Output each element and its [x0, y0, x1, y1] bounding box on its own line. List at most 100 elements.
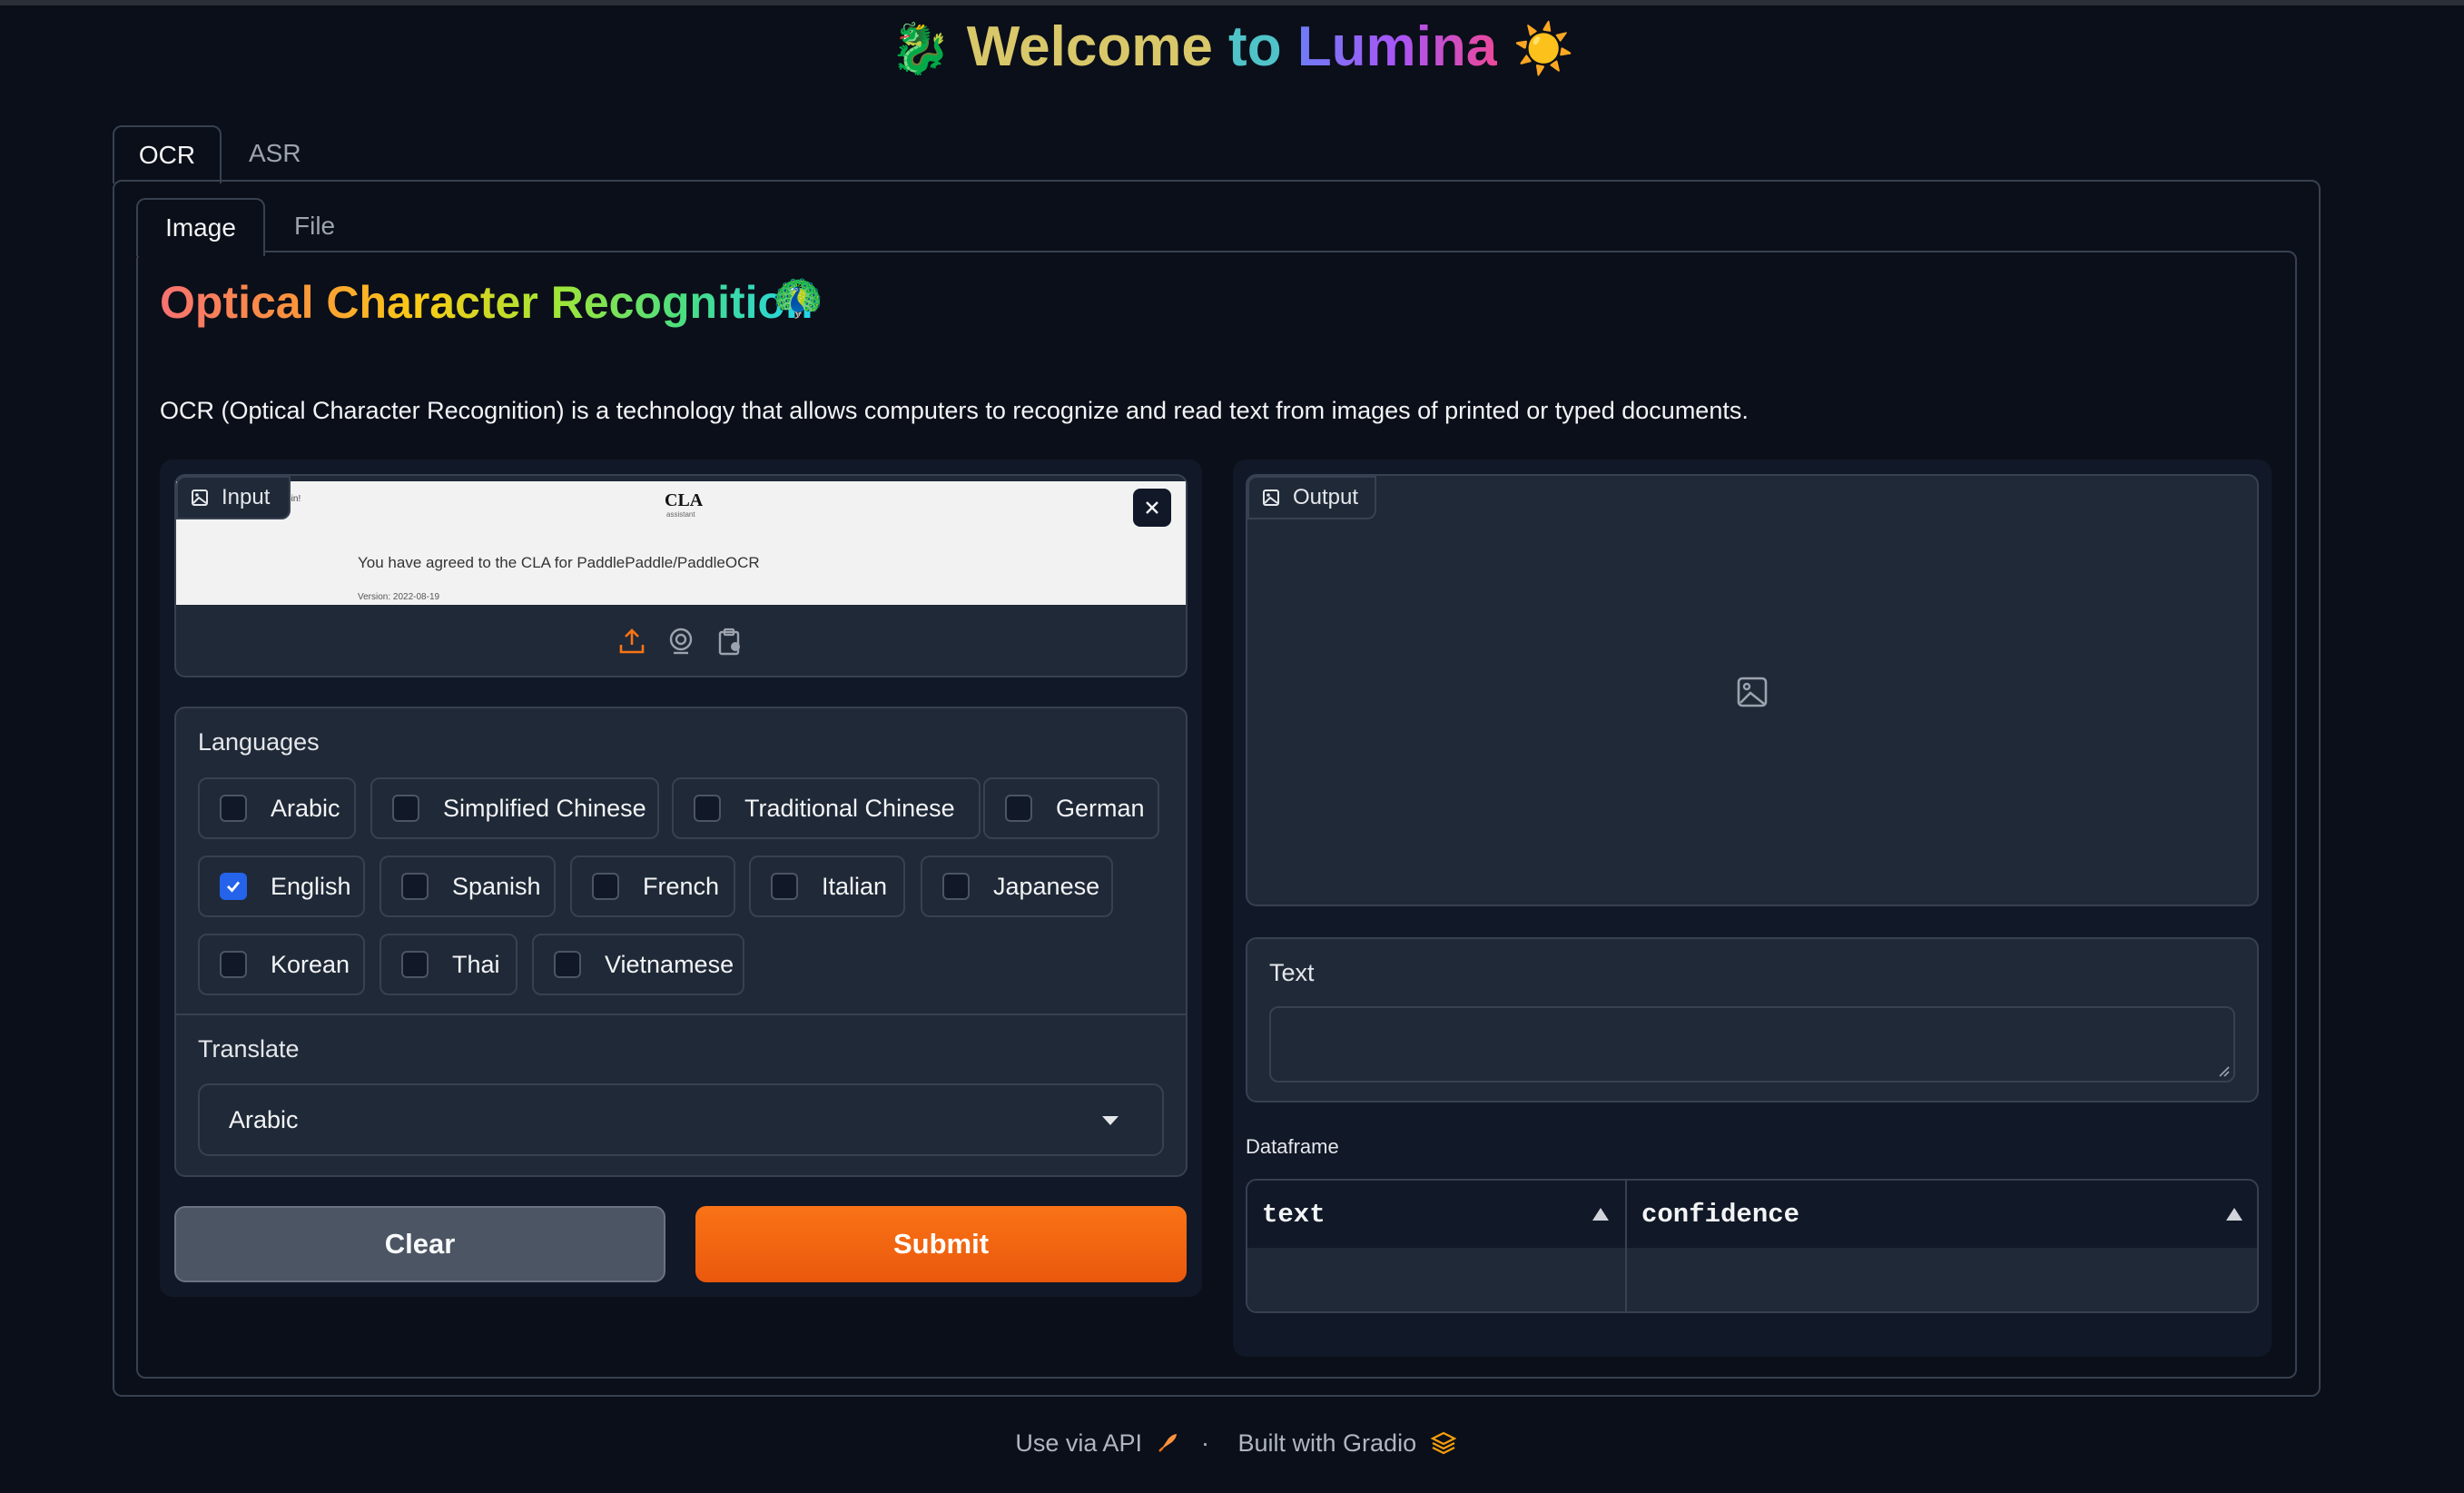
table-cell[interactable] — [1247, 1248, 1625, 1311]
checkbox-traditional-chinese[interactable]: Traditional Chinese — [672, 777, 981, 839]
built-with-gradio-link[interactable]: Built with Gradio — [1231, 1429, 1457, 1457]
checkbox-label: Spanish — [452, 872, 541, 900]
checkbox-box[interactable] — [942, 873, 970, 900]
translate-selected-value: Arabic — [229, 1105, 299, 1133]
options-divider — [176, 1013, 1186, 1015]
checkbox-thai[interactable]: Thai — [379, 934, 517, 995]
close-icon — [1146, 501, 1158, 514]
peacock-emoji: 🦚 — [772, 273, 824, 321]
rocket-icon — [1158, 1434, 1178, 1452]
output-label: Output — [1247, 476, 1376, 519]
input-image-preview: Sin! CLA assistant You have agreed to th… — [176, 481, 1186, 605]
languages-label: Languages — [198, 728, 320, 756]
column-header-label: confidence — [1641, 1199, 1800, 1230]
checkbox-label: Korean — [271, 950, 350, 978]
translate-label: Translate — [198, 1035, 300, 1063]
resize-handle-icon[interactable] — [2217, 1064, 2230, 1077]
checkbox-vietnamese[interactable]: Vietnamese — [532, 934, 744, 995]
section-title-text: Optical Character Recognition — [160, 277, 813, 328]
input-label-text: Input — [222, 485, 271, 509]
tab-file[interactable]: File — [294, 213, 335, 239]
tab-ocr-label: OCR — [138, 141, 196, 169]
webcam-icon[interactable] — [666, 627, 695, 656]
clear-image-button[interactable] — [1133, 489, 1171, 527]
title-word-welcome: Welcome — [966, 15, 1213, 78]
checkbox-label: German — [1056, 794, 1145, 822]
title-word-to: to — [1228, 15, 1282, 78]
checkbox-box[interactable] — [694, 795, 721, 822]
checkbox-box[interactable] — [1005, 795, 1032, 822]
checkbox-label: Vietnamese — [605, 950, 734, 978]
tab-ocr[interactable]: OCR — [113, 125, 222, 183]
preview-version: Version: 2022-08-19 — [358, 592, 440, 602]
checkbox-korean[interactable]: Korean — [198, 934, 365, 995]
gradio-logo-icon — [1430, 1431, 1457, 1455]
built-with-gradio-text: Built with Gradio — [1237, 1429, 1417, 1457]
tab-image-label: Image — [165, 213, 236, 242]
checkbox-label: Arabic — [271, 794, 340, 822]
checkbox-japanese[interactable]: Japanese — [921, 855, 1113, 917]
title-word-lumina: Lumina — [1296, 15, 1498, 78]
checkbox-box[interactable] — [771, 873, 798, 900]
use-via-api-text: Use via API — [1015, 1429, 1142, 1457]
use-via-api-link[interactable]: Use via API — [1008, 1429, 1179, 1457]
checkbox-german[interactable]: German — [983, 777, 1159, 839]
preview-message: You have agreed to the CLA for PaddlePad… — [358, 554, 760, 571]
checkbox-arabic[interactable]: Arabic — [198, 777, 356, 839]
checkbox-box[interactable] — [401, 951, 429, 978]
text-output-label: Text — [1269, 959, 1315, 986]
section-title: Optical Character Recognition — [160, 271, 813, 334]
checkbox-box[interactable] — [592, 873, 619, 900]
sun-emoji: ☀️ — [1513, 22, 1574, 76]
checkbox-english[interactable]: English — [198, 855, 365, 917]
sort-arrow-icon[interactable] — [2226, 1208, 2242, 1221]
table-cell[interactable] — [1625, 1248, 2257, 1311]
tab-image[interactable]: Image — [136, 198, 265, 256]
dragon-emoji: 🐉 — [890, 22, 951, 76]
checkbox-label: Traditional Chinese — [744, 794, 955, 822]
footer-separator: · — [1200, 1429, 1209, 1457]
footer: Use via API · Built with Gradio — [0, 1429, 2464, 1458]
clipboard-icon[interactable] — [715, 627, 744, 656]
preview-heading: CLA — [665, 490, 704, 510]
text-output-field[interactable] — [1269, 1006, 2235, 1083]
checkbox-box[interactable] — [401, 873, 429, 900]
column-header-label: text — [1262, 1199, 1326, 1230]
input-label: Input — [176, 476, 291, 519]
checkbox-french[interactable]: French — [570, 855, 735, 917]
checkbox-label: Thai — [452, 950, 500, 978]
preview-subheading: assistant — [666, 510, 695, 519]
clear-button[interactable]: Clear — [174, 1206, 665, 1282]
checkbox-label: Japanese — [993, 872, 1100, 900]
checkbox-italian[interactable]: Italian — [749, 855, 905, 917]
top-bar — [0, 0, 2464, 5]
tab-asr[interactable]: ASR — [249, 141, 301, 166]
column-header-text[interactable]: text — [1247, 1181, 1625, 1248]
submit-button[interactable]: Submit — [695, 1206, 1187, 1282]
image-icon — [1263, 489, 1279, 506]
checkbox-label: French — [643, 872, 720, 900]
checkbox-label: Simplified Chinese — [443, 794, 646, 822]
tab-file-label: File — [294, 212, 336, 240]
checkbox-spanish[interactable]: Spanish — [379, 855, 556, 917]
column-header-confidence[interactable]: confidence — [1625, 1181, 2257, 1248]
checkbox-label: English — [271, 872, 351, 900]
checkbox-box-checked[interactable] — [220, 873, 247, 900]
section-description: OCR (Optical Character Recognition) is a… — [160, 397, 1749, 424]
dataframe-label: Dataframe — [1246, 1135, 1339, 1158]
sort-arrow-icon[interactable] — [1592, 1208, 1609, 1221]
translate-dropdown[interactable]: Arabic — [198, 1083, 1164, 1156]
checkbox-box[interactable] — [220, 795, 247, 822]
dataframe-table[interactable]: text confidence — [1246, 1179, 2259, 1313]
upload-icon[interactable] — [617, 627, 646, 656]
output-label-text: Output — [1293, 485, 1359, 509]
checkbox-simplified-chinese[interactable]: Simplified Chinese — [370, 777, 659, 839]
image-icon — [192, 489, 208, 506]
checkbox-label: Italian — [822, 872, 888, 900]
image-placeholder-icon — [1737, 677, 1768, 707]
page-title: 🐉 Welcome to Lumina ☀️ — [0, 11, 2464, 85]
tab-asr-label: ASR — [249, 139, 301, 167]
checkbox-box[interactable] — [392, 795, 419, 822]
checkbox-box[interactable] — [554, 951, 581, 978]
checkbox-box[interactable] — [220, 951, 247, 978]
